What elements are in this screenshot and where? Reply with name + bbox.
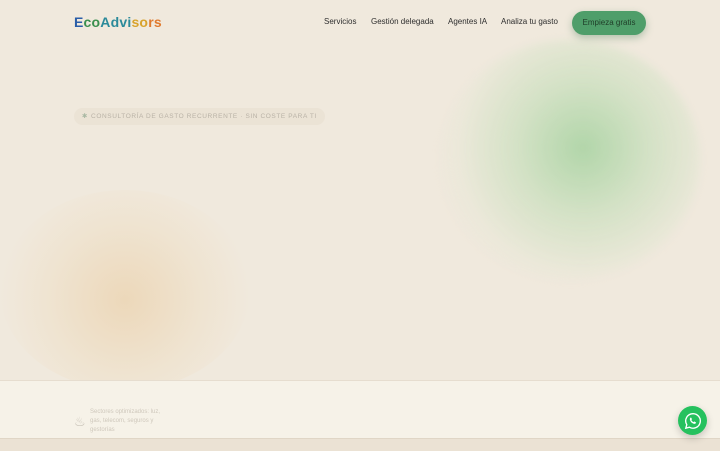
logo-part: so — [131, 14, 149, 30]
hero-badge: ✱ CONSULTORÍA DE GASTO RECURRENTE · SIN C… — [74, 108, 325, 125]
whatsapp-icon — [684, 412, 701, 429]
nav-link-servicios[interactable]: Servicios — [324, 17, 356, 26]
logo-part: E — [74, 14, 84, 30]
brand-logo[interactable]: EcoAdvisors — [74, 14, 162, 30]
next-section-edge — [0, 438, 720, 451]
logo-part: Advi — [100, 14, 132, 30]
nav-link-analiza-tu-gasto[interactable]: Analiza tu gasto — [501, 17, 558, 26]
top-navigation: EcoAdvisors Servicios Gestión delegada A… — [0, 0, 720, 46]
logo-part: rs — [148, 14, 162, 30]
nav-link-gestion-delegada[interactable]: Gestión delegada — [371, 17, 434, 26]
start-free-button[interactable]: Empieza gratis — [572, 11, 646, 35]
decorative-peach-glow — [0, 190, 250, 380]
hero-badge-text: CONSULTORÍA DE GASTO RECURRENTE · SIN CO… — [91, 113, 317, 120]
nav-link-agentes-ia[interactable]: Agentes IA — [448, 17, 487, 26]
whatsapp-button[interactable] — [678, 406, 707, 435]
decorative-green-glow — [440, 40, 700, 280]
logo-part: co — [83, 14, 101, 30]
sector-icon: ♨ — [74, 414, 86, 429]
stats-text: Sectores optimizados: luz, gas, telecom,… — [90, 409, 161, 433]
sparkle-icon: ✱ — [82, 113, 89, 120]
hero-section — [0, 0, 720, 380]
